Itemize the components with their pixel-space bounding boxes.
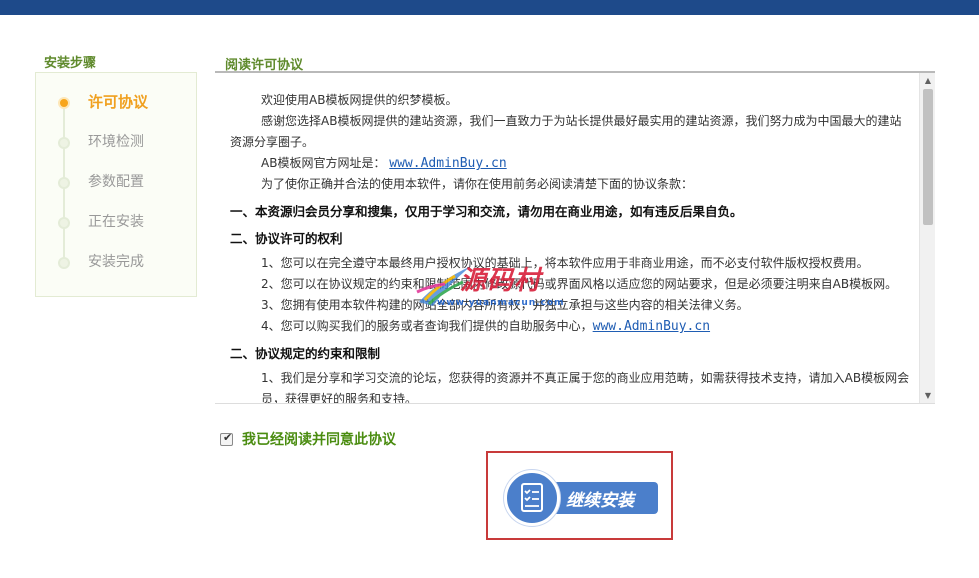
continue-button-badge [504,470,560,526]
license-paragraph: AB模板网官方网址是： www.AdminBuy.cn [230,153,910,174]
steps-panel: 许可协议 环境检测 参数配置 正在安装 安装完成 [35,72,197,297]
step-label: 参数配置 [88,174,144,190]
license-item: 3、您拥有使用本软件构建的网站全部内容所有权，并独立承担与这些内容的相关法律义务… [261,298,749,312]
license-item: 1、我们是分享和学习交流的论坛，您获得的资源并不真正属于您的商业应用范畴，如需获… [261,371,910,404]
license-item: 1、您可以在完全遵守本最终用户授权协议的基础上，将本软件应用于非商业用途，而不必… [261,256,869,270]
watermark-title: 源码村 [460,266,542,296]
step-label: 环境检测 [88,134,144,150]
agree-checkbox[interactable]: ✔ [220,431,233,446]
watermark-logo: 源码村 www.yuanmacun.com [415,260,563,310]
checklist-icon [521,483,543,512]
official-site-link[interactable]: www.AdminBuy.cn [389,156,506,171]
license-url-prefix: AB模板网官方网址是： [261,156,386,170]
step-license: 许可协议 [36,91,196,115]
license-scrollbar[interactable]: ▲ ▼ [919,73,935,403]
checkmark-icon: ✔ [223,431,233,444]
scroll-thumb[interactable] [923,89,933,225]
license-paragraph: 感谢您选择AB模板网提供的建站资源，我们一直致力于为站长提供最好最实用的建站资源… [230,114,902,149]
license-heading: 二、协议许可的权利 [230,231,343,246]
continue-button-label: 继续安装 [566,491,634,511]
step-label: 许可协议 [88,93,149,111]
steps-title: 安装步骤 [44,56,97,71]
license-item: 2、您可以在协议规定的约束和限制范围内修改源代码或界面风格以适应您的网站要求，但… [261,277,898,291]
license-item-text: 4、您可以购买我们的服务或者查询我们提供的自助服务中心， [261,319,593,333]
step-dot-icon [58,257,70,269]
top-bar [0,0,979,15]
scroll-down-arrow-icon[interactable]: ▼ [920,388,935,403]
license-content: 欢迎使用AB模板网提供的织梦模板。 感谢您选择AB模板网提供的建站资源，我们一直… [230,90,910,404]
continue-button-highlight: 继续安装 [486,451,673,540]
license-textarea[interactable]: 欢迎使用AB模板网提供的织梦模板。 感谢您选择AB模板网提供的建站资源，我们一直… [215,73,935,404]
continue-install-button[interactable]: 继续安装 [504,470,658,526]
step-complete: 安装完成 [36,251,196,275]
agree-label[interactable]: 我已经阅读并同意此协议 [242,430,396,450]
step-dot-icon [58,97,70,109]
service-center-link[interactable]: www.AdminBuy.cn [593,319,710,334]
step-dot-icon [58,217,70,229]
step-label: 安装完成 [88,254,144,270]
license-heading: 二、协议规定的约束和限制 [230,346,381,361]
scroll-up-arrow-icon[interactable]: ▲ [920,73,935,89]
license-paragraph: 欢迎使用AB模板网提供的织梦模板。 [261,93,458,107]
license-paragraph: 为了使你正确并合法的使用本软件，请你在使用前务必阅读清楚下面的协议条款： [261,177,694,191]
step-environment-check: 环境检测 [36,131,196,155]
step-dot-icon [58,177,70,189]
license-heading: 一、本资源归会员分享和搜集，仅用于学习和交流，请勿用在商业用途，如有违反后果自负… [230,204,743,219]
step-label: 正在安装 [88,214,144,230]
step-dot-icon [58,137,70,149]
step-installing: 正在安装 [36,211,196,235]
watermark-url: www.yuanmacun.com [437,298,565,308]
step-parameter-config: 参数配置 [36,171,196,195]
license-item: 4、您可以购买我们的服务或者查询我们提供的自助服务中心，www.AdminBuy… [230,316,910,337]
